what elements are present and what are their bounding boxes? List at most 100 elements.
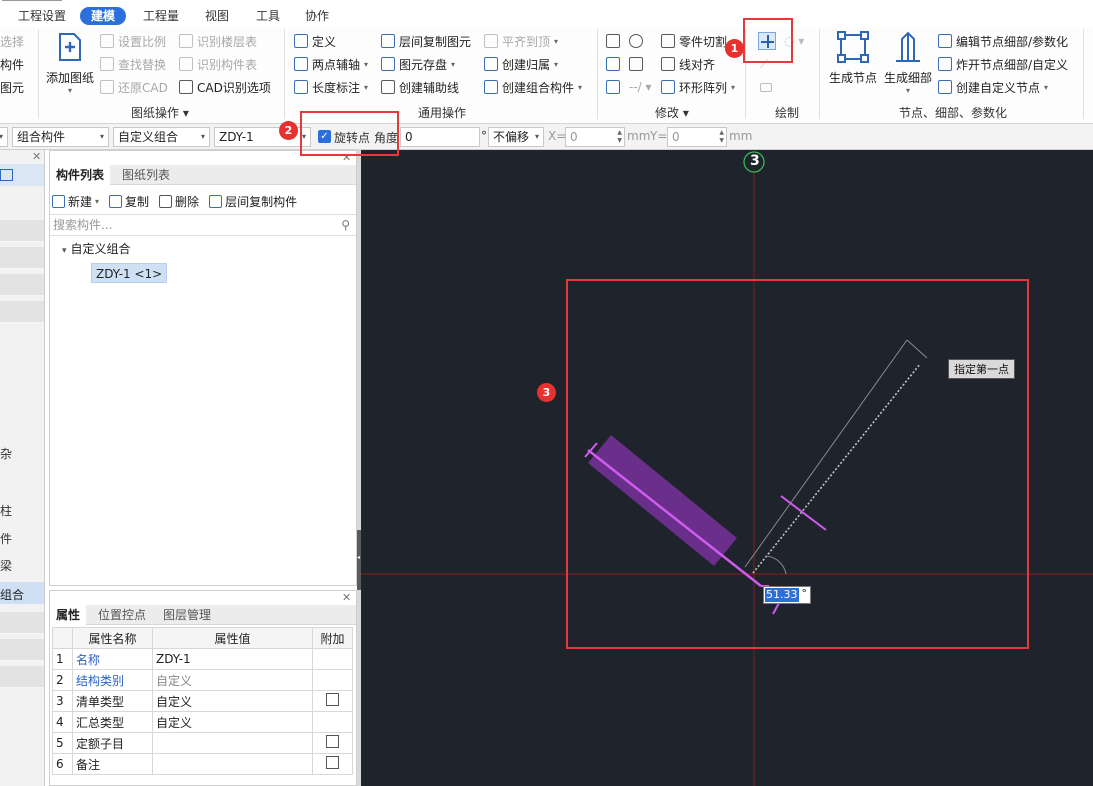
offset-combo[interactable]: 不偏移 ▾ xyxy=(488,127,544,147)
new-component-button[interactable]: 新建 ▾ xyxy=(52,193,99,210)
y-input[interactable]: 0 ▲ ▼ xyxy=(667,127,727,147)
nav-item-selected[interactable]: 组合 xyxy=(0,582,44,604)
move-tool-button[interactable] xyxy=(606,78,624,96)
table-row[interactable]: 1 名称 ZDY-1 xyxy=(52,648,353,670)
expand-arrow-icon[interactable]: ▾ xyxy=(62,246,67,256)
extra-checkbox[interactable] xyxy=(326,756,339,769)
create-aux-line-button[interactable]: 创建辅助线 xyxy=(381,78,459,96)
add-drawing-button[interactable]: 添加图纸 ▾ xyxy=(44,31,96,95)
component-search-input[interactable]: 搜索构件... ⚲ xyxy=(50,214,356,236)
nav-row[interactable] xyxy=(0,666,44,688)
component-subtype-combo[interactable]: 自定义组合 ▾ xyxy=(113,127,210,147)
tab-layer-management[interactable]: 图层管理 xyxy=(157,605,217,625)
identify-floors-button[interactable]: 识别楼层表 xyxy=(179,32,257,50)
list-view-icon[interactable] xyxy=(0,169,13,181)
component-type-combo[interactable]: 组合构件 ▾ xyxy=(12,127,109,147)
dimension-icon xyxy=(294,80,308,94)
save-element-button[interactable]: 图元存盘 ▾ xyxy=(381,55,455,73)
table-row[interactable]: 4 汇总类型 自定义 xyxy=(52,711,353,733)
extend-tool-button[interactable]: --/ ▾ xyxy=(629,78,652,96)
create-custom-node-button[interactable]: 创建自定义节点 ▾ xyxy=(938,78,1048,96)
cad-options-button[interactable]: CAD识别选项 xyxy=(179,78,271,96)
nav-row[interactable] xyxy=(0,247,44,269)
tab-collaboration[interactable]: 协作 xyxy=(305,7,329,25)
nav-row[interactable] xyxy=(0,639,44,661)
nav-text[interactable]: 柱 xyxy=(0,502,12,519)
restore-cad-button[interactable]: 还原CAD xyxy=(100,78,168,96)
create-belong-button[interactable]: 创建归属 ▾ xyxy=(484,55,558,73)
table-row[interactable]: 5 定额子目 xyxy=(52,732,353,754)
x-label: X= xyxy=(548,129,567,143)
nav-text[interactable]: 杂 xyxy=(0,445,12,462)
tree-group[interactable]: ▾ 自定义组合 xyxy=(62,240,131,257)
gen-detail-button[interactable]: 生成细部 ▾ xyxy=(882,31,934,95)
rotate-tool-button[interactable] xyxy=(629,32,647,50)
x-input[interactable]: 0 ▲ ▼ xyxy=(565,127,625,147)
tab-modeling[interactable]: 建模 xyxy=(80,7,127,25)
table-row[interactable]: 2 结构类别 自定义 xyxy=(52,669,353,691)
edit-node-button[interactable]: 编辑节点细部/参数化 xyxy=(938,32,1068,50)
identify-components-button[interactable]: 识别构件表 xyxy=(179,55,257,73)
rect-draw-button[interactable] xyxy=(760,78,772,96)
mirror-tool-button[interactable] xyxy=(629,55,647,73)
find-replace-button[interactable]: 查找替换 xyxy=(100,55,166,73)
tab-component-list[interactable]: 构件列表 xyxy=(50,165,111,185)
restore-cad-icon xyxy=(100,80,114,94)
tab-position-control[interactable]: 位置控点 xyxy=(92,605,152,625)
element-button[interactable]: 图元 xyxy=(0,78,24,96)
left-nav-panel: ✕ 杂 柱 件 梁 组合 xyxy=(0,150,45,786)
component-button[interactable]: 构件 xyxy=(0,55,24,73)
select-button[interactable]: 选择 xyxy=(0,32,24,50)
nav-text[interactable]: 梁 xyxy=(0,557,12,574)
copy-component-button[interactable]: 复制 xyxy=(109,193,149,210)
nav-text[interactable]: 件 xyxy=(0,530,12,547)
step-badge-2: 2 xyxy=(279,121,298,140)
close-icon[interactable]: ✕ xyxy=(342,591,351,604)
create-group-button[interactable]: 创建组合构件 ▾ xyxy=(484,78,582,96)
floor-combo[interactable]: ▾ xyxy=(0,127,8,147)
nav-row[interactable] xyxy=(0,612,44,634)
tab-quantity[interactable]: 工程量 xyxy=(143,7,179,25)
define-button[interactable]: 定义 xyxy=(294,32,336,50)
highlight-box-3 xyxy=(566,279,1029,649)
ring-array-button[interactable]: 环形阵列 ▾ xyxy=(661,78,735,96)
tab-tools[interactable]: 工具 xyxy=(256,7,280,25)
detail-icon xyxy=(892,31,924,63)
part-cut-button[interactable]: 零件切割 xyxy=(661,32,727,50)
extra-checkbox[interactable] xyxy=(326,735,339,748)
component-panel: ✕ 构件列表 图纸列表 新建 ▾ 复制 删除 层间复制构件 搜索构件... ⚲ ▾… xyxy=(49,150,357,586)
two-point-axis-button[interactable]: 两点辅轴 ▾ xyxy=(294,55,368,73)
angle-degree: ° xyxy=(481,129,487,143)
delete-component-button[interactable]: 删除 xyxy=(159,193,199,210)
tab-drawing-list[interactable]: 图纸列表 xyxy=(116,165,176,185)
length-dim-button[interactable]: 长度标注 ▾ xyxy=(294,78,368,96)
tab-properties[interactable]: 属性 xyxy=(50,605,87,625)
nav-row[interactable] xyxy=(0,220,44,242)
highlight-box-2 xyxy=(300,111,399,156)
tab-project-settings[interactable]: 工程设置 xyxy=(18,7,66,25)
tree-item-selected[interactable]: ZDY-1 <1> xyxy=(91,263,168,283)
explode-node-button[interactable]: 炸开节点细部/自定义 xyxy=(938,55,1068,73)
align-top-button[interactable]: 平齐到顶 ▾ xyxy=(484,32,558,50)
identify-components-icon xyxy=(179,57,193,71)
table-row[interactable]: 3 清单类型 自定义 xyxy=(52,690,353,712)
floor-copy-component-button[interactable]: 层间复制构件 xyxy=(209,193,297,210)
angle-input[interactable]: 0 xyxy=(400,127,480,147)
nav-row[interactable] xyxy=(0,274,44,296)
menu-bar: 工程设置 建模 工程量 视图 工具 协作 xyxy=(0,0,1093,27)
line-align-button[interactable]: 线对齐 xyxy=(661,55,715,73)
step-badge-1: 1 xyxy=(725,39,744,58)
copy-tool-button[interactable] xyxy=(606,55,624,73)
tab-view[interactable]: 视图 xyxy=(205,7,229,25)
set-scale-button[interactable]: 设置比例 xyxy=(100,32,166,50)
header-extra: 附加 xyxy=(312,627,353,649)
nav-row[interactable] xyxy=(0,301,44,323)
trash-icon xyxy=(159,194,173,208)
close-icon[interactable]: ✕ xyxy=(32,150,41,163)
table-row[interactable]: 6 备注 xyxy=(52,753,353,775)
copy-floor-button[interactable]: 层间复制图元 xyxy=(381,32,471,50)
extra-checkbox[interactable] xyxy=(326,693,339,706)
delete-tool-button[interactable] xyxy=(606,32,624,50)
gen-node-button[interactable]: 生成节点 xyxy=(826,31,880,86)
component-toolbar: 新建 ▾ 复制 删除 层间复制构件 xyxy=(52,191,303,211)
